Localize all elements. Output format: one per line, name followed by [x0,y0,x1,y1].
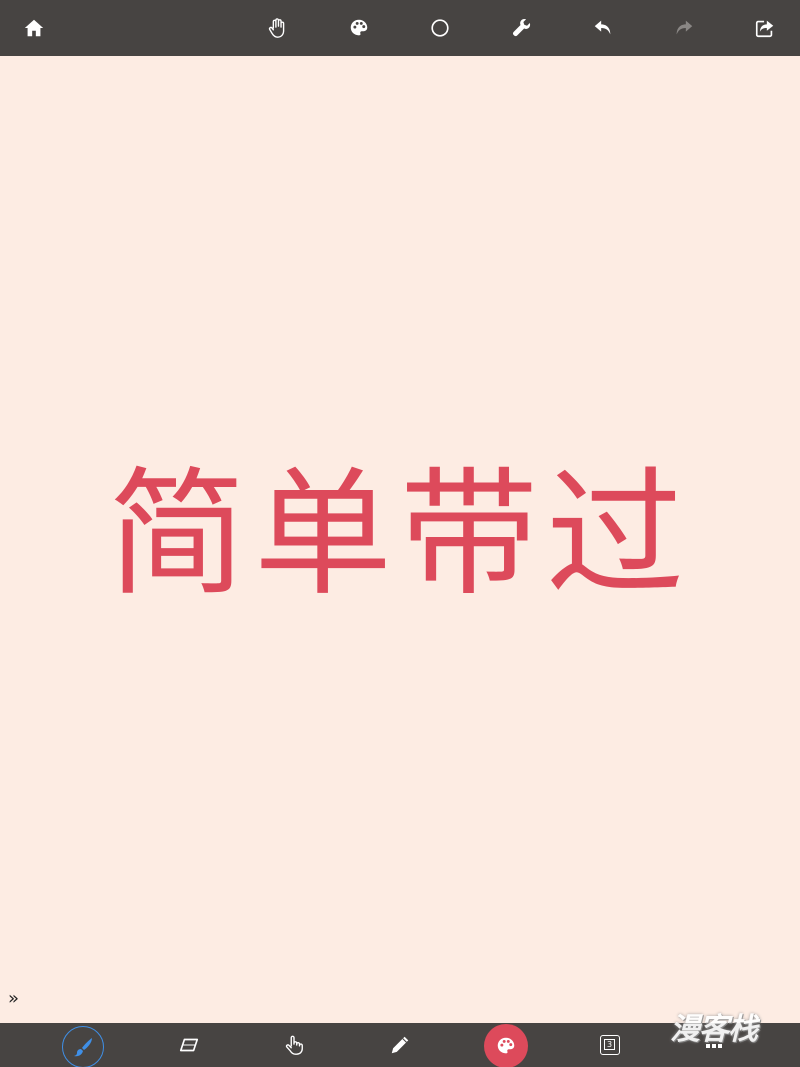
watermark-logo: 漫客栈 [670,1012,758,1047]
expand-sidebar-button[interactable]: » [8,988,28,1010]
layers-button[interactable]: 3 [600,1035,620,1055]
brush-icon [74,1038,92,1057]
wrench-icon [512,18,531,37]
brush-tool-button[interactable] [62,1026,104,1067]
redo-icon [676,20,693,35]
home-icon [24,19,44,37]
undo-icon [594,20,611,35]
hand-tool-button[interactable] [263,14,291,42]
selection-button[interactable] [426,14,454,42]
share-button[interactable] [751,14,779,42]
pencil-tool-button[interactable] [386,1031,414,1059]
canvas-text: 简单带过 [107,454,692,615]
hand-icon [285,1035,303,1055]
palette-icon [350,19,368,36]
share-icon [755,20,774,38]
settings-button[interactable] [508,14,536,42]
redo-button[interactable] [670,14,698,42]
eraser-icon [179,1038,199,1052]
color-picker-button[interactable] [484,1024,528,1067]
undo-button[interactable] [589,14,617,42]
home-button[interactable] [20,14,48,42]
top-toolbar [0,0,800,56]
eraser-tool-button[interactable] [175,1031,203,1059]
pencil-icon [391,1036,409,1054]
layer-count: 3 [604,1039,615,1050]
palette-button[interactable] [345,14,373,42]
circle-icon [431,19,449,37]
drawing-canvas[interactable]: 简单带过 » [0,56,800,1023]
gesture-tool-button[interactable] [280,1031,308,1059]
palette-icon [497,1037,515,1054]
hand-icon [268,18,285,38]
